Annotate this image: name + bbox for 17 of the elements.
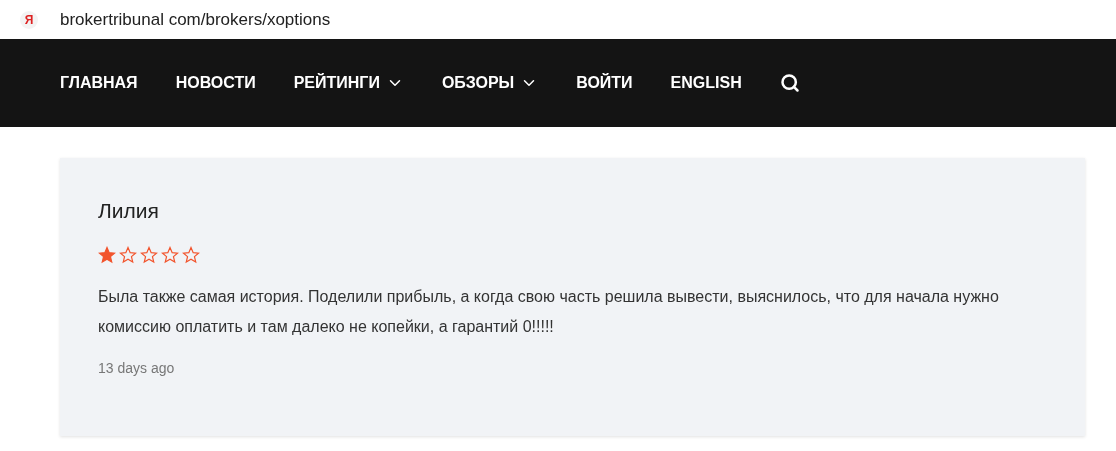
author-name: Лилия <box>98 198 160 224</box>
url-text[interactable]: brokertribunal com/brokers/xoptions <box>60 6 331 33</box>
nav-link[interactable]: ENGLISH <box>670 71 742 95</box>
nav-link[interactable]: ГЛАВНАЯ <box>60 71 138 95</box>
empty-star-icon <box>161 246 179 264</box>
nav-link[interactable]: ВОЙТИ <box>576 71 633 95</box>
nav-link[interactable]: РЕЙТИНГИ <box>293 71 404 95</box>
review-date: 13 days ago <box>98 359 176 378</box>
nav-link[interactable]: ОБЗОРЫ <box>441 71 539 95</box>
review-text: Была также самая история. Поделили прибыль, а когда свою часть решила вывести, выяснилось, что для начала нужно комиссию оплатить и там далеко не копейки, а гарантий 0!!!!! <box>98 287 1000 337</box>
empty-star-icon <box>119 246 137 264</box>
nav-link[interactable]: НОВОСТИ <box>175 71 256 95</box>
empty-star-icon <box>140 246 158 264</box>
search-icon[interactable] <box>779 73 800 93</box>
filled-star-icon <box>98 246 116 264</box>
favicon-icon: Я <box>20 10 38 29</box>
empty-star-icon <box>182 246 200 264</box>
